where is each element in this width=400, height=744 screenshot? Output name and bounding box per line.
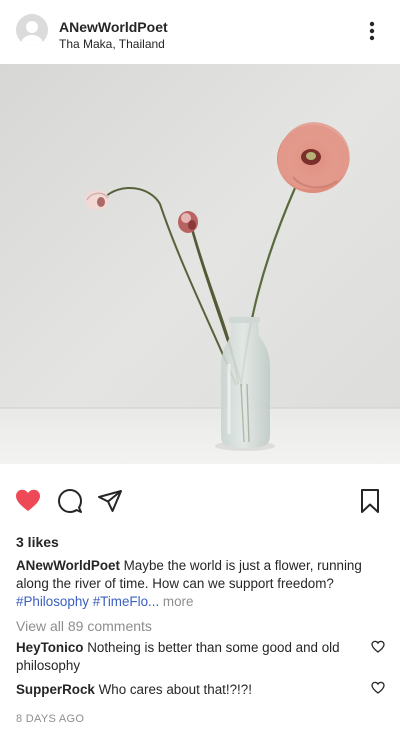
share-button[interactable] [96, 487, 124, 515]
view-all-comments-link[interactable]: View all 89 comments [16, 618, 152, 634]
like-button[interactable] [14, 487, 42, 515]
post-username[interactable]: ANewWorldPoet [59, 19, 168, 35]
bookmark-icon [361, 489, 379, 513]
more-vertical-icon [369, 21, 375, 41]
comment-bubble-icon [58, 489, 82, 513]
comment-item: HeyTonico Notheing is better than some g… [16, 639, 356, 675]
comment-author[interactable]: HeyTonico [16, 640, 83, 655]
comment-button[interactable] [56, 487, 84, 515]
paper-plane-icon [98, 490, 122, 512]
heart-outline-icon [371, 681, 385, 694]
comment-author[interactable]: SupperRock [16, 682, 95, 697]
comment-like-button[interactable] [371, 640, 385, 654]
heart-filled-icon [16, 489, 40, 511]
comment-text: Who cares about that!?!?! [98, 682, 252, 697]
post-header: ANewWorldPoet Tha Maka, Thailand [0, 0, 400, 64]
post-timestamp: 8 DAYS AGO [16, 713, 85, 725]
save-button[interactable] [356, 487, 384, 515]
hashtag-timeflo[interactable]: #TimeFlo... [93, 594, 159, 609]
avatar[interactable] [16, 14, 48, 46]
post-actions-bar [0, 480, 400, 520]
comment-item: SupperRock Who cares about that!?!?! [16, 681, 356, 699]
comment-like-button[interactable] [371, 681, 385, 695]
post-caption: ANewWorldPoet Maybe the world is just a … [16, 557, 388, 611]
flower-vase-photo [0, 64, 400, 464]
caption-more-link[interactable]: more [163, 594, 194, 609]
post-location[interactable]: Tha Maka, Thailand [59, 37, 165, 51]
post-image[interactable] [0, 64, 400, 464]
likes-count[interactable]: 3 likes [16, 534, 59, 550]
heart-outline-icon [371, 640, 385, 653]
caption-author[interactable]: ANewWorldPoet [16, 558, 120, 573]
more-options-button[interactable] [362, 18, 382, 44]
hashtag-philosophy[interactable]: #Philosophy [16, 594, 89, 609]
